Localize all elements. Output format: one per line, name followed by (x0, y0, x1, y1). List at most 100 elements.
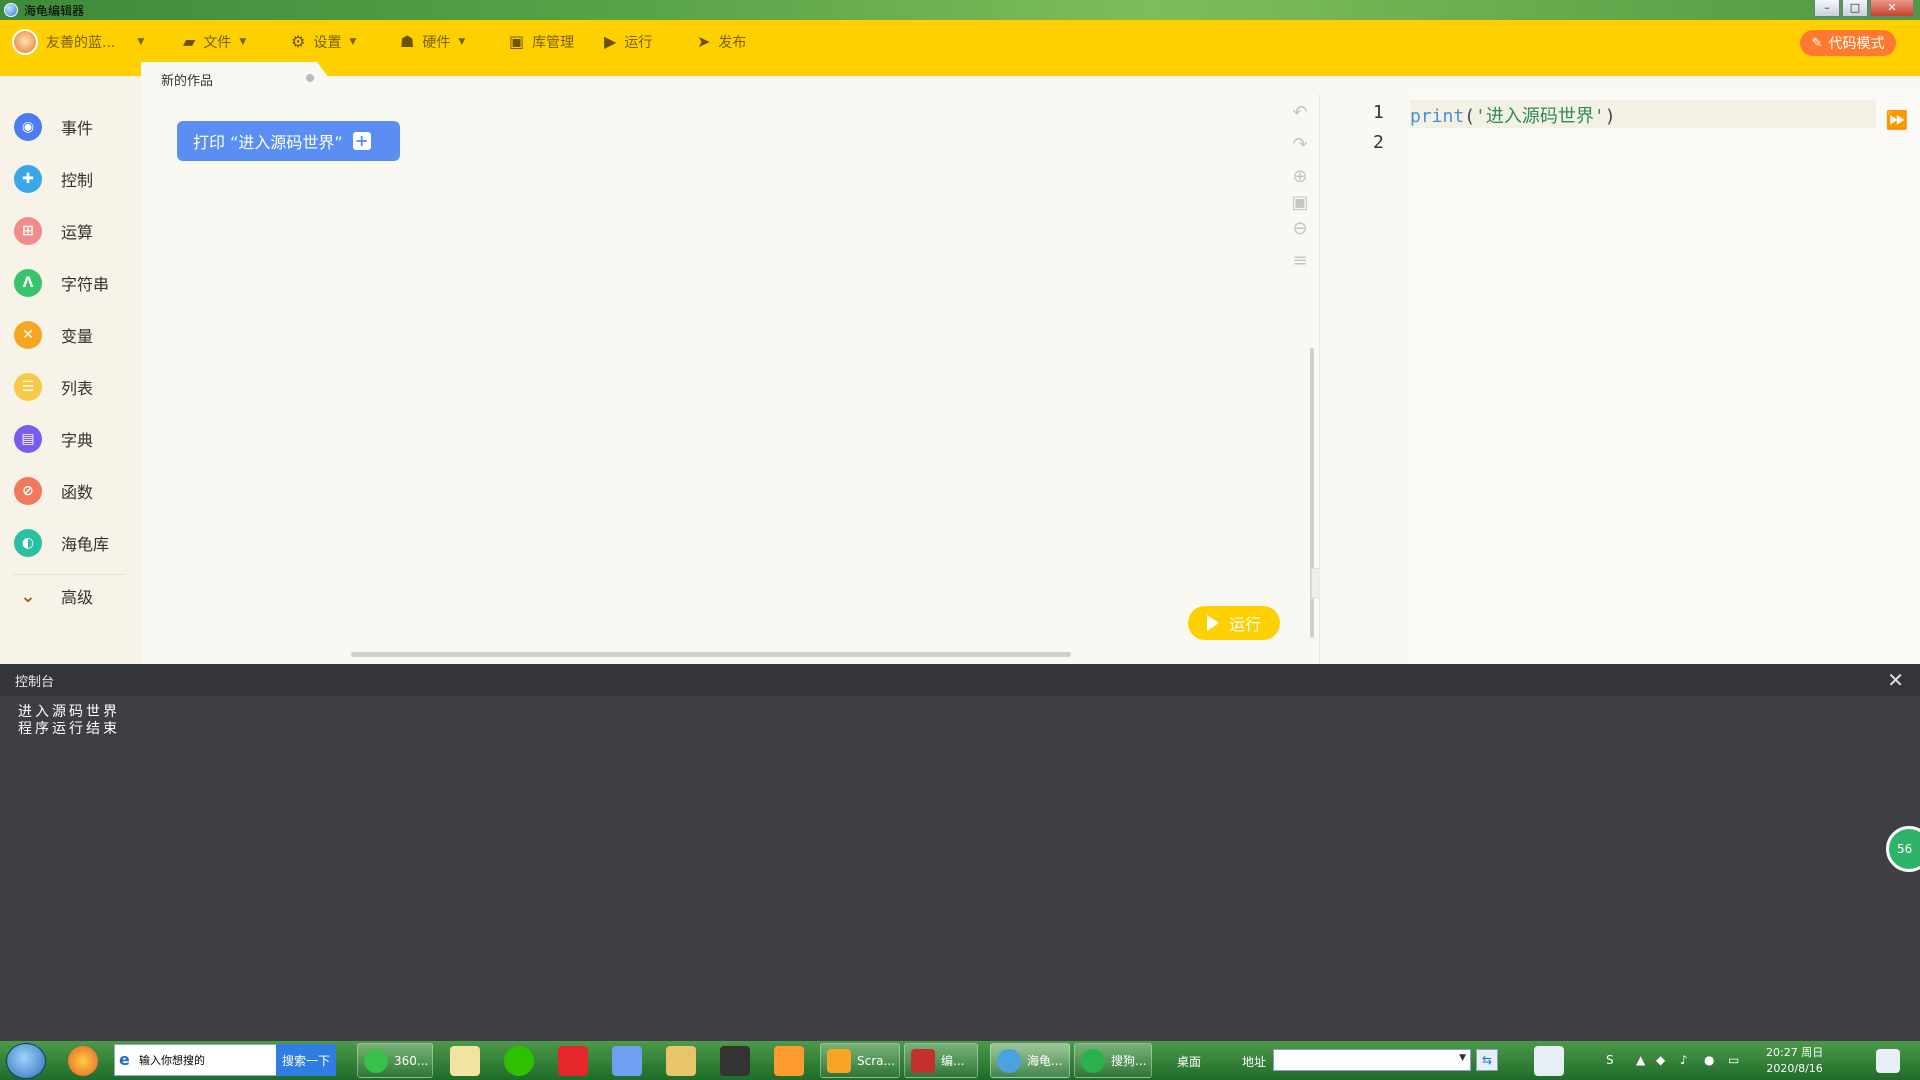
collapse-panel-icon[interactable]: ⏩ (1886, 110, 1908, 131)
address-go-button[interactable]: ⇆ (1476, 1049, 1498, 1071)
category-label: 事件 (61, 119, 94, 138)
tab-label: 新的作品 (161, 74, 214, 89)
category-control[interactable]: ✚ 控制 (14, 164, 134, 194)
block-workspace[interactable]: 打印 “进入源码世界” + ↶ ↷ ⊕ ▣ ⊖ ≡ 运行 (141, 94, 1325, 664)
code-mode-button[interactable]: ✎ 代码模式 (1800, 30, 1896, 56)
code-editor[interactable]: 1 2 print('进入源码世界') ⏩ (1319, 94, 1920, 664)
task-label: 编... (941, 1054, 965, 1068)
toggle-icon: ◉ (14, 113, 42, 141)
360-icon (364, 1048, 388, 1073)
block-category-panel: ◉ 事件 ✚ 控制 ⊞ 运算 Λ 字符串 ✕ 变量 ☰ 列表 ▤ 字典 ⊘ 函数… (0, 76, 141, 664)
reset-zoom-icon[interactable]: ▣ (1289, 192, 1311, 214)
library-button[interactable]: ▣ 库管理 (509, 30, 574, 54)
paper-plane-icon: ➤ (697, 32, 711, 51)
chevron-down-icon: ▼ (239, 37, 247, 47)
taskbar-search-button[interactable]: 搜索一下 (276, 1044, 336, 1076)
feishu-icon[interactable] (612, 1046, 642, 1076)
taskbar-task-editor[interactable]: 编... (904, 1043, 978, 1078)
code-paren-open: ( (1464, 106, 1476, 127)
workspace-horizontal-scrollbar[interactable] (351, 652, 1071, 657)
user-menu[interactable]: 友善的蓝... ▼ (12, 29, 144, 55)
ie-icon: e (119, 1050, 130, 1069)
colorful-app-icon[interactable] (68, 1046, 98, 1076)
code-line-1[interactable]: print('进入源码世界') (1410, 102, 1616, 128)
play-circle-icon: ▶ (604, 32, 617, 51)
category-label: 函数 (61, 483, 94, 502)
notepad-icon[interactable] (450, 1046, 480, 1076)
tray-expand-icon[interactable]: ▲ (1636, 1053, 1645, 1067)
file-explorer-icon[interactable] (666, 1046, 696, 1076)
sogou-icon (1081, 1048, 1105, 1073)
pencil-icon: ✎ (1811, 35, 1823, 51)
start-button[interactable] (6, 1043, 46, 1079)
line-number: 2 (1373, 132, 1384, 153)
inbox-icon: ▣ (509, 32, 525, 51)
notification-icon[interactable]: ◆ (1656, 1053, 1665, 1067)
hardware-menu[interactable]: ☗ 硬件 ▼ (400, 30, 465, 54)
workspace-run-button[interactable]: 运行 (1188, 606, 1280, 640)
taskbar-task-scratch[interactable]: Scra... (820, 1043, 900, 1078)
unsaved-dot-icon (306, 74, 314, 82)
print-block-text: 打印 “进入源码世界” (193, 133, 343, 152)
minimize-button[interactable]: – (1814, 0, 1840, 17)
desktop-toolbar-label[interactable]: 桌面 (1177, 1053, 1201, 1070)
category-event[interactable]: ◉ 事件 (14, 112, 134, 142)
turtle-editor-icon (997, 1048, 1021, 1073)
code-mode-label: 代码模式 (1828, 36, 1885, 52)
app-window-icon[interactable] (720, 1046, 750, 1076)
taskbar-task-turtle[interactable]: 海龟... (990, 1043, 1070, 1078)
publish-button[interactable]: ➤ 发布 (697, 30, 746, 54)
store-icon[interactable] (774, 1046, 804, 1076)
category-operators[interactable]: ⊞ 运算 (14, 216, 134, 246)
task-label: Scra... (857, 1053, 895, 1068)
pen-input-icon[interactable] (1534, 1046, 1564, 1076)
category-dictionary[interactable]: ▤ 字典 (14, 424, 134, 454)
category-variable[interactable]: ✕ 变量 (14, 320, 134, 350)
taskbar-task-sogou[interactable]: 搜狗... (1074, 1043, 1152, 1078)
zoom-in-icon[interactable]: ⊕ (1289, 166, 1311, 188)
display-icon[interactable]: ▭ (1728, 1053, 1739, 1067)
address-input[interactable]: ▼ (1273, 1049, 1471, 1071)
category-turtle[interactable]: ◐ 海龟库 (14, 528, 134, 558)
avatar (12, 29, 38, 55)
sogou-tray-icon[interactable]: S (1606, 1053, 1614, 1067)
align-icon[interactable]: ≡ (1289, 250, 1311, 272)
book-icon: ▤ (14, 425, 42, 453)
calculator-icon: ⊞ (14, 217, 42, 245)
category-list[interactable]: ☰ 列表 (14, 372, 134, 402)
action-center-icon[interactable] (1876, 1049, 1900, 1073)
maximize-button[interactable]: □ (1842, 0, 1868, 17)
chevron-down-icon: ⌄ (20, 585, 36, 607)
category-function[interactable]: ⊘ 函数 (14, 476, 134, 506)
category-string[interactable]: Λ 字符串 (14, 268, 134, 298)
network-icon[interactable]: ● (1704, 1053, 1714, 1067)
category-label: 列表 (61, 379, 94, 398)
console-title: 控制台 (15, 674, 55, 690)
close-icon[interactable]: ✕ (1887, 668, 1904, 692)
youdao-icon[interactable] (558, 1046, 588, 1076)
plus-icon[interactable]: + (352, 132, 371, 150)
zoom-out-icon[interactable]: ⊖ (1289, 218, 1311, 240)
tab-new-project[interactable]: 新的作品 (141, 62, 341, 94)
file-menu[interactable]: ▰ 文件 ▼ (183, 30, 246, 54)
category-label: 运算 (61, 223, 94, 242)
chevron-down-icon[interactable]: ▼ (1459, 1053, 1466, 1063)
settings-menu[interactable]: ⚙ 设置 ▼ (291, 30, 356, 54)
category-label: 海龟库 (61, 535, 110, 554)
taskbar-task-360[interactable]: 360... (357, 1043, 433, 1078)
console-output: 进入源码世界 程序运行结束 (18, 704, 120, 738)
gear-icon: ⚙ (291, 32, 306, 51)
app-icon (4, 3, 18, 17)
print-block[interactable]: 打印 “进入源码世界” + (177, 121, 400, 161)
volume-icon[interactable]: ♪ (1680, 1053, 1688, 1067)
close-button[interactable]: ✕ (1870, 0, 1914, 17)
category-advanced[interactable]: ⌄ 高级 (14, 581, 134, 611)
window-title: 海龟编辑器 (24, 3, 85, 18)
wechat-icon[interactable] (504, 1046, 534, 1076)
undo-icon[interactable]: ↶ (1289, 102, 1311, 124)
chevron-down-icon: ▼ (349, 37, 357, 47)
redo-icon[interactable]: ↷ (1289, 134, 1311, 156)
toolbar-run-button[interactable]: ▶ 运行 (604, 30, 652, 54)
taskbar-clock[interactable]: 20:27 周日 2020/8/16 (1766, 1045, 1823, 1077)
category-label: 字符串 (61, 275, 110, 294)
